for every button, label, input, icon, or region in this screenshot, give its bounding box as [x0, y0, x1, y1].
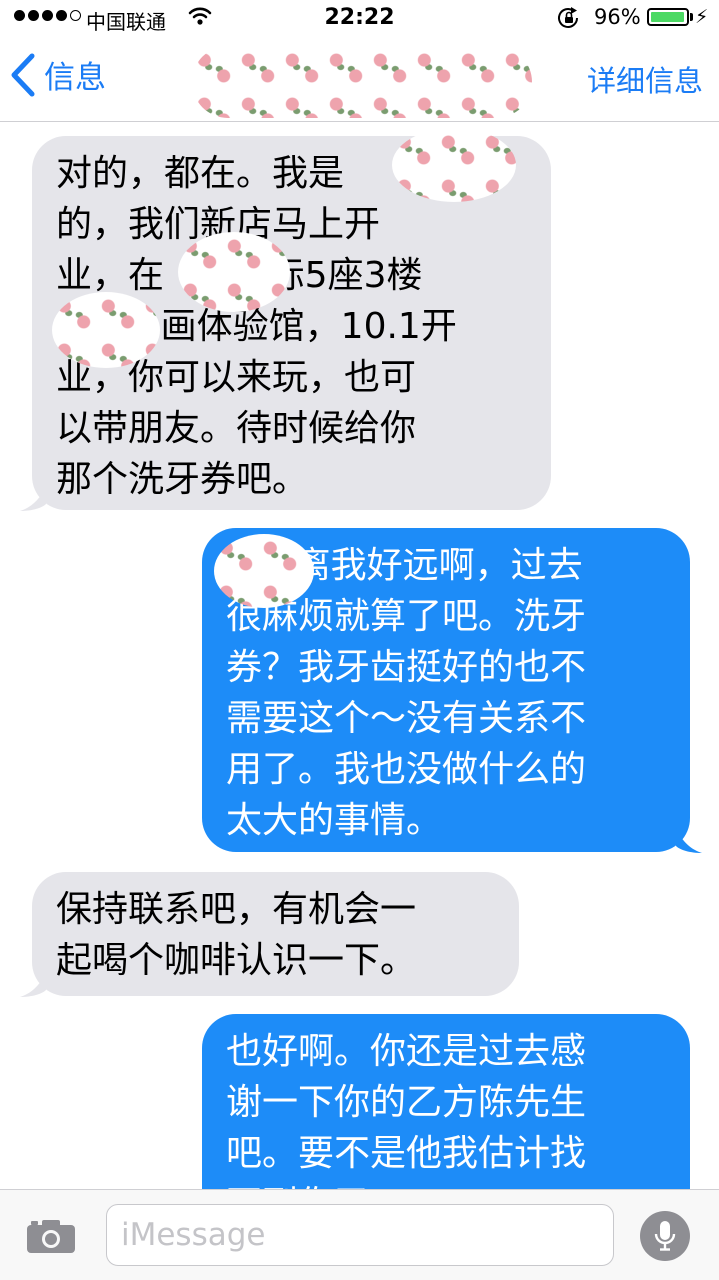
- conversation-header: 信息 详细信息: [0, 36, 719, 122]
- status-bar: 中国联通 22:22 96% ⚡: [0, 0, 719, 36]
- redaction-sticker: [178, 232, 290, 312]
- battery-icon: [647, 8, 689, 26]
- contact-name-redaction[interactable]: [192, 46, 532, 118]
- battery-percent: 96%: [594, 5, 641, 29]
- bubble-tail: [676, 828, 702, 853]
- chevron-left-icon: [11, 53, 35, 96]
- battery-tip: [690, 13, 693, 21]
- microphone-button[interactable]: [640, 1211, 690, 1261]
- redaction-sticker: [214, 534, 314, 608]
- bubble-tail: [20, 972, 46, 997]
- camera-icon: [27, 1220, 75, 1253]
- orientation-lock-icon: [556, 6, 582, 34]
- camera-button[interactable]: [26, 1218, 76, 1258]
- back-button-label: 信息: [44, 60, 106, 96]
- message-input[interactable]: [106, 1204, 614, 1266]
- redaction-sticker: [392, 128, 516, 202]
- back-button[interactable]: 信息: [10, 52, 106, 97]
- charging-bolt-icon: ⚡: [695, 6, 709, 28]
- details-button[interactable]: 详细信息: [587, 58, 703, 100]
- message-bubble-incoming[interactable]: 保持联系吧，有机会一 起喝个咖啡认识一下。: [32, 872, 519, 996]
- battery-level-fill: [651, 12, 684, 22]
- redaction-sticker: [52, 292, 160, 368]
- bubble-tail: [20, 486, 46, 511]
- microphone-icon: [654, 1221, 676, 1251]
- compose-bar: [0, 1189, 719, 1280]
